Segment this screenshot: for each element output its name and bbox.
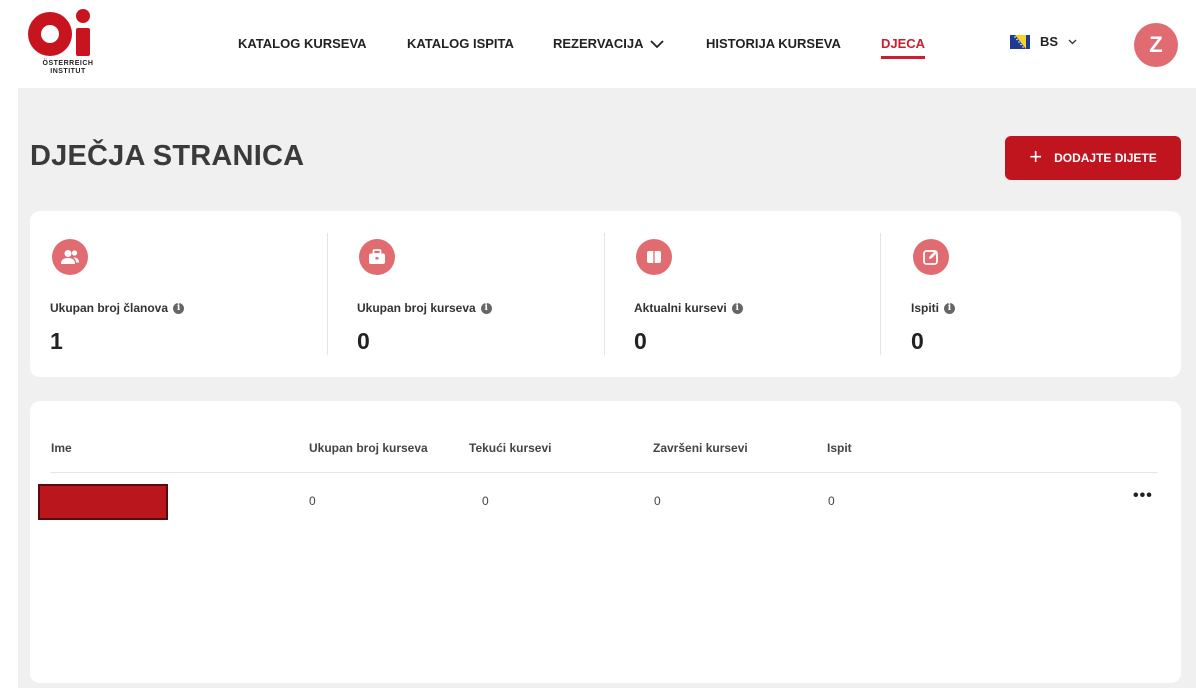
redacted-name [38,484,168,520]
children-table: Ime Ukupan broj kurseva Tekući kursevi Z… [30,401,1181,683]
table-divider [50,472,1158,473]
nav-katalog-ispita[interactable]: KATALOG ISPITA [407,36,514,51]
stat-value: 0 [634,328,647,354]
users-icon [52,239,88,275]
logo-line-1: ÖSTERREICH [42,60,94,67]
nav-historija-kurseva[interactable]: HISTORIJA KURSEVA [706,36,841,51]
more-options-icon[interactable]: ••• [1133,487,1153,505]
stat-label-text: Ispiti [911,301,940,315]
add-child-button[interactable]: + DODAJTE DIJETE [1005,136,1181,180]
stat-value: 0 [357,328,370,354]
stat-label: Ukupan broj članova i [50,301,185,315]
cell-finished-courses: 0 [654,494,661,508]
edit-icon [913,239,949,275]
logo-line-2: INSTITUT [50,68,86,75]
stats-card: Ukupan broj članova i 1 Ukupan broj kurse… [30,211,1181,377]
cell-current-courses: 0 [482,494,489,508]
info-icon[interactable]: i [731,302,743,314]
active-nav-underline [881,56,926,59]
column-header-total-courses: Ukupan broj kurseva [309,441,428,455]
info-icon[interactable]: i [173,302,185,314]
logo-text: ÖSTERREICH INSTITUT [28,60,108,76]
briefcase-icon [359,239,395,275]
chevron-down-icon [649,40,664,49]
stat-label: Ispiti i [911,301,956,315]
bosnia-flag-icon [1010,34,1030,49]
divider [327,233,328,355]
chevron-down-icon [1068,39,1077,44]
column-header-name: Ime [51,441,72,455]
column-header-exam: Ispit [827,441,852,455]
column-header-current-courses: Tekući kursevi [469,441,552,455]
nav-rezervacija[interactable]: REZERVACIJA [553,36,664,51]
language-label: BS [1040,34,1059,49]
nav-rezervacija-label: REZERVACIJA [553,36,644,51]
oi-logo-icon [28,9,90,56]
stat-value: 0 [911,328,924,354]
info-icon[interactable]: i [944,302,956,314]
divider [604,233,605,355]
user-avatar[interactable]: Z [1134,23,1178,67]
book-icon [636,239,672,275]
header: ÖSTERREICH INSTITUT KATALOG KURSEVA KATA… [0,0,1196,88]
stat-label: Aktualni kursevi i [634,301,743,315]
stat-value: 1 [50,328,63,354]
divider [880,233,881,355]
plus-icon: + [1029,144,1043,169]
nav-katalog-kurseva[interactable]: KATALOG KURSEVA [238,36,367,51]
info-icon[interactable]: i [480,302,492,314]
stat-label: Ukupan broj kurseva i [357,301,492,315]
stat-label-text: Ukupan broj kurseva [357,301,476,315]
cell-total-courses: 0 [309,494,316,508]
column-header-finished-courses: Završeni kursevi [653,441,748,455]
add-child-button-label: DODAJTE DIJETE [1054,151,1157,165]
stat-label-text: Ukupan broj članova [50,301,169,315]
nav-djeca[interactable]: DJECA [881,36,926,59]
nav-djeca-label: DJECA [881,36,926,51]
language-selector[interactable]: BS [1010,34,1077,49]
cell-exam: 0 [828,494,835,508]
stat-label-text: Aktualni kursevi [634,301,727,315]
page-title: DJEČJA STRANICA [30,140,305,172]
main-content: DJEČJA STRANICA + DODAJTE DIJETE Ukupan … [18,88,1196,688]
